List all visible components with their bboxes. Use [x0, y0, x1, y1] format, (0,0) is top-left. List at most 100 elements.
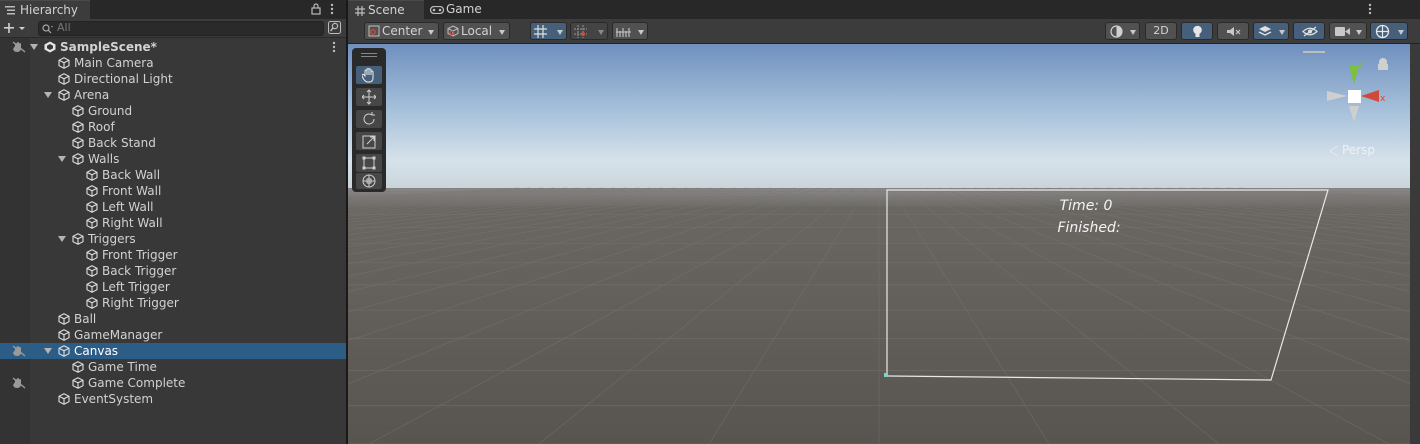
hierarchy-item[interactable]: Left Trigger — [0, 279, 346, 295]
hierarchy-item-label: Front Trigger — [102, 248, 178, 262]
hierarchy-item[interactable]: Roof — [0, 119, 346, 135]
game-time-text[interactable]: Time: 0 — [1060, 198, 1113, 214]
increment-snap-icon — [574, 25, 587, 38]
transform-tool-button[interactable] — [356, 173, 382, 189]
hierarchy-item-label: Arena — [74, 88, 110, 102]
gameobject-cube-icon — [58, 313, 70, 325]
camera-settings-dropdown[interactable] — [1329, 22, 1367, 40]
scene-menu-icon[interactable] — [332, 41, 336, 53]
gizmo-center-cube[interactable] — [1348, 90, 1361, 103]
hand-slash-icon[interactable] — [12, 377, 26, 389]
scene-visibility-toggle[interactable] — [1293, 22, 1325, 40]
hierarchy-tab-bar: Hierarchy — [0, 0, 346, 19]
hierarchy-item[interactable]: Left Wall — [0, 199, 346, 215]
gameobject-cube-icon — [86, 169, 98, 181]
tools-overlay — [352, 48, 386, 192]
audio-toggle[interactable] — [1217, 22, 1249, 40]
expand-arrow-icon[interactable] — [44, 348, 52, 354]
search-input[interactable]: All — [38, 21, 324, 36]
hierarchy-item[interactable]: GameManager — [0, 327, 346, 343]
create-button[interactable] — [3, 21, 29, 35]
hierarchy-item[interactable]: Game Complete — [0, 375, 346, 391]
more-options-icon[interactable] — [330, 3, 334, 15]
scene-viewport[interactable]: Time: 0 Finished: y x Persp — [348, 44, 1410, 444]
gameobject-cube-icon — [86, 265, 98, 277]
gizmos-dropdown[interactable] — [1370, 22, 1408, 40]
tab-game[interactable]: Game — [426, 0, 506, 19]
hierarchy-item[interactable]: Game Time — [0, 359, 346, 375]
layers-icon — [1258, 26, 1272, 36]
tab-hierarchy[interactable]: Hierarchy — [0, 0, 90, 19]
expand-arrow-icon[interactable] — [30, 44, 38, 50]
hierarchy-item-label: Main Camera — [74, 56, 154, 70]
pivot-mode-dropdown[interactable]: Center — [364, 22, 439, 40]
gizmo-y-label: y — [1358, 59, 1364, 69]
hierarchy-item[interactable]: Back Stand — [0, 135, 346, 151]
rect-tool-button[interactable] — [356, 154, 382, 172]
viewport-side-strip — [1410, 44, 1420, 444]
lighting-toggle[interactable] — [1181, 22, 1213, 40]
grid-icon — [355, 6, 365, 16]
grid-snapping-toggle[interactable] — [530, 22, 567, 40]
hierarchy-item[interactable]: Directional Light — [0, 71, 346, 87]
gameobject-cube-icon — [72, 233, 84, 245]
game-complete-text[interactable]: Finished: — [1057, 220, 1120, 236]
ruler-toggle[interactable] — [612, 22, 648, 40]
chevron-down-icon — [638, 30, 644, 35]
gameobject-cube-icon — [72, 361, 84, 373]
grid-snap-icon — [534, 25, 547, 38]
cube-icon — [447, 25, 459, 37]
gameobject-cube-icon — [58, 345, 70, 357]
expand-arrow-icon[interactable] — [58, 236, 66, 242]
scale-tool-button[interactable] — [356, 132, 382, 150]
toggle-2d-button[interactable]: 2D — [1145, 22, 1177, 40]
projection-label[interactable]: Persp — [1342, 143, 1375, 157]
tab-scene-label: Scene — [368, 3, 405, 17]
lock-icon[interactable] — [311, 3, 321, 15]
transform-icon — [362, 174, 376, 188]
gameobject-cube-icon — [58, 57, 70, 69]
hierarchy-item[interactable]: Ground — [0, 103, 346, 119]
shading-icon — [1110, 25, 1123, 38]
hierarchy-item[interactable]: Main Camera — [0, 55, 346, 71]
rotate-tool-button[interactable] — [356, 110, 382, 128]
draw-mode-dropdown[interactable] — [1105, 22, 1140, 40]
hierarchy-item[interactable]: Triggers — [0, 231, 346, 247]
hierarchy-item[interactable]: Front Wall — [0, 183, 346, 199]
hierarchy-item[interactable]: Canvas — [0, 343, 346, 359]
hand-tool-button[interactable] — [356, 66, 382, 84]
gameobject-cube-icon — [58, 393, 70, 405]
hierarchy-item[interactable]: Ball — [0, 311, 346, 327]
hierarchy-item[interactable]: Back Trigger — [0, 263, 346, 279]
tab-scene[interactable]: Scene — [348, 0, 424, 19]
hierarchy-item[interactable]: Walls — [0, 151, 346, 167]
more-options-icon[interactable] — [1368, 3, 1372, 15]
increment-snapping-toggle[interactable] — [570, 22, 608, 40]
rotate-icon — [363, 112, 375, 125]
tools-drag-handle[interactable] — [361, 53, 377, 57]
hand-slash-icon[interactable] — [12, 345, 26, 357]
search-scene-icon[interactable] — [328, 21, 341, 34]
gizmo-handle[interactable] — [1303, 51, 1325, 53]
hierarchy-item[interactable]: Right Wall — [0, 215, 346, 231]
gameobject-cube-icon — [58, 73, 70, 85]
hierarchy-item[interactable]: EventSystem — [0, 391, 346, 407]
hand-slash-icon[interactable] — [12, 41, 26, 53]
hierarchy-item[interactable]: Back Wall — [0, 167, 346, 183]
move-tool-button[interactable] — [356, 88, 382, 106]
plus-icon — [4, 23, 25, 33]
effects-dropdown[interactable] — [1253, 22, 1289, 40]
move-icon — [362, 89, 376, 105]
gameobject-cube-icon — [86, 249, 98, 261]
pivot-space-dropdown[interactable]: Local — [443, 22, 510, 40]
hierarchy-item[interactable]: Front Trigger — [0, 247, 346, 263]
gamepad-icon — [430, 6, 444, 14]
eye-slash-icon — [1302, 26, 1318, 37]
expand-arrow-icon[interactable] — [44, 92, 52, 98]
hierarchy-item[interactable]: Arena — [0, 87, 346, 103]
hierarchy-item[interactable]: Right Trigger — [0, 295, 346, 311]
hierarchy-item[interactable]: SampleScene* — [0, 39, 346, 55]
list-icon — [5, 6, 15, 15]
expand-arrow-icon[interactable] — [58, 156, 66, 162]
canvas-anchor-handle[interactable] — [884, 373, 888, 377]
